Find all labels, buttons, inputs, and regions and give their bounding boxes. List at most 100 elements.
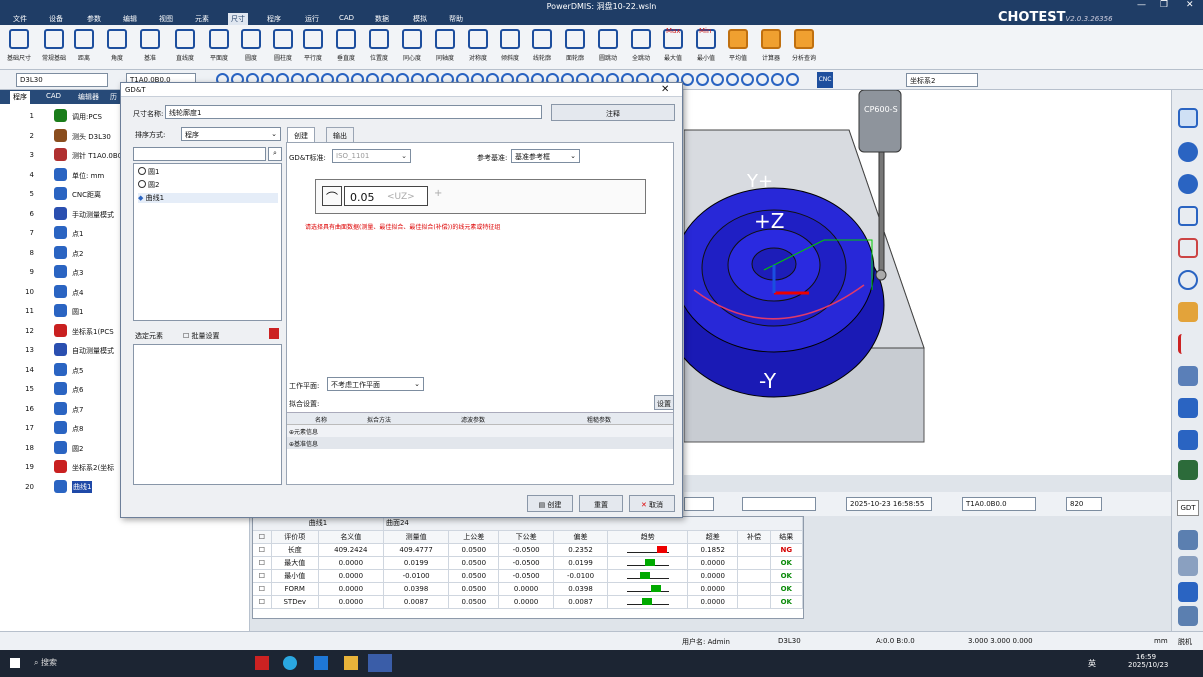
- restore-icon[interactable]: ❐: [1160, 0, 1168, 10]
- zoom-icon[interactable]: [1178, 270, 1198, 290]
- row-checkbox[interactable]: ☐: [253, 582, 272, 596]
- fit-settings-button[interactable]: 设置: [654, 395, 674, 410]
- result-row[interactable]: ☐ STDev 0.0000 0.0087 0.0500 0.0000 0.0087 0.00…: [253, 595, 804, 609]
- dialog-close-icon[interactable]: ✕: [661, 84, 669, 95]
- edge-icon[interactable]: [283, 656, 297, 670]
- menu-3[interactable]: 编辑: [120, 14, 140, 24]
- arrow-up-icon[interactable]: [1178, 530, 1198, 550]
- menu-0[interactable]: 文件: [10, 14, 30, 24]
- windows-start-icon[interactable]: [10, 658, 20, 668]
- menu-1[interactable]: 设备: [46, 14, 66, 24]
- browser-icon[interactable]: [314, 656, 328, 670]
- toolbar-icon-34[interactable]: [726, 73, 739, 86]
- ribbon-button-22[interactable]: 平均值: [721, 27, 755, 62]
- tab-editor[interactable]: 编辑器: [78, 92, 99, 102]
- cancel-button[interactable]: ✕ 取消: [629, 495, 675, 512]
- taskbar-app-icon[interactable]: [255, 656, 269, 670]
- ribbon-button-18[interactable]: 圆跳动: [591, 27, 625, 62]
- ribbon-button-0[interactable]: 基础尺寸: [2, 27, 36, 62]
- ribbon-button-10[interactable]: 垂直度: [329, 27, 363, 62]
- screen-icon[interactable]: [1178, 460, 1198, 480]
- powerdmis-task-icon[interactable]: [368, 654, 392, 672]
- folder-icon[interactable]: [344, 656, 358, 670]
- result-row[interactable]: ☐ 长度 409.2424 409.4777 0.0500 -0.0500 0.2352 0.…: [253, 543, 804, 557]
- menu-2[interactable]: 参数: [84, 14, 104, 24]
- tab-program[interactable]: 程序: [10, 91, 30, 104]
- toolbar-icon-32[interactable]: [696, 73, 709, 86]
- reference-select[interactable]: 基准参考框 ⌄: [511, 149, 580, 163]
- cad-viewport[interactable]: CP600-S Y+ +Z -Y: [684, 90, 1171, 475]
- ribbon-button-14[interactable]: 对称度: [461, 27, 495, 62]
- list-item-curve1[interactable]: ◆ 曲线1: [138, 193, 278, 203]
- speed-field[interactable]: 820: [1066, 497, 1102, 511]
- menu-9[interactable]: CAD: [336, 14, 357, 22]
- create-button[interactable]: ▤ 创建: [527, 495, 573, 512]
- close-window-icon[interactable]: ✕: [1186, 0, 1194, 10]
- work-plane-select[interactable]: 不考虑工作平面 ⌄: [327, 377, 424, 391]
- ribbon-button-6[interactable]: 平面度: [202, 27, 236, 62]
- bottom-select-2[interactable]: [742, 497, 816, 511]
- tip-field[interactable]: T1A0.0B0.0: [962, 497, 1036, 511]
- profile-line-symbol-icon[interactable]: ⌒: [322, 186, 342, 206]
- cnc-icon[interactable]: CNC: [817, 72, 833, 88]
- ribbon-button-2[interactable]: 距离: [67, 27, 101, 62]
- arrow-down-icon[interactable]: [1178, 556, 1198, 576]
- bottom-select-1[interactable]: [684, 497, 714, 511]
- note-button[interactable]: 注释: [551, 104, 675, 121]
- camera-icon[interactable]: [1178, 366, 1198, 386]
- frame-icon[interactable]: [1178, 238, 1198, 258]
- ribbon-button-24[interactable]: 分析查询: [787, 27, 821, 62]
- comment-icon[interactable]: [1178, 398, 1198, 418]
- row-checkbox[interactable]: ☐: [253, 569, 272, 583]
- ribbon-button-16[interactable]: 线轮廓: [525, 27, 559, 62]
- tab-cad[interactable]: CAD: [46, 92, 61, 100]
- ribbon-button-4[interactable]: 基准: [133, 27, 167, 62]
- ribbon-button-8[interactable]: 圆柱度: [266, 27, 300, 62]
- datetime-field[interactable]: 2025-10-23 16:58:55: [846, 497, 932, 511]
- probe-select[interactable]: D3L30: [16, 73, 108, 87]
- clock[interactable]: 16:59 2025/10/23: [1128, 653, 1168, 669]
- element-search-input[interactable]: [133, 147, 266, 161]
- ribbon-button-3[interactable]: 角度: [100, 27, 134, 62]
- gdt-button[interactable]: GDT: [1177, 500, 1199, 516]
- fit-row-element[interactable]: ⊕元素信息: [287, 425, 673, 437]
- menu-5[interactable]: 元素: [192, 14, 212, 24]
- delete-icon[interactable]: [269, 328, 279, 339]
- list-item-circle2[interactable]: 圆2: [138, 180, 159, 190]
- ribbon-button-19[interactable]: 全跳动: [624, 27, 658, 62]
- toolbar-icon-35[interactable]: [741, 73, 754, 86]
- language-indicator[interactable]: 英: [1088, 658, 1096, 669]
- cube-icon[interactable]: [1178, 302, 1198, 322]
- ribbon-button-1[interactable]: 常规基础: [37, 27, 71, 62]
- menu-12[interactable]: 帮助: [446, 14, 466, 24]
- tab-history[interactable]: 历: [110, 92, 117, 102]
- toolbar-icon-38[interactable]: [786, 73, 799, 86]
- box-icon[interactable]: [1178, 206, 1198, 226]
- gdt-standard-select[interactable]: ISO_1101 ⌄: [332, 149, 411, 163]
- ribbon-button-12[interactable]: 同心度: [395, 27, 429, 62]
- tab-output[interactable]: 输出: [326, 127, 354, 142]
- flag-icon[interactable]: [1178, 334, 1198, 354]
- row-checkbox[interactable]: ☐: [253, 543, 272, 557]
- result-row[interactable]: ☐ 最大值 0.0000 0.0199 0.0500 -0.0500 0.0199 0.000…: [253, 556, 804, 570]
- list-item-circle1[interactable]: 圆1: [138, 167, 159, 177]
- tolerance-cell[interactable]: 0.05 <UZ>: [344, 186, 428, 206]
- toolbar-icon-37[interactable]: [771, 73, 784, 86]
- batch-checkbox[interactable]: ☐ 批量设置: [183, 331, 220, 341]
- row-checkbox[interactable]: ☐: [253, 556, 272, 570]
- ribbon-button-11[interactable]: 位置度: [362, 27, 396, 62]
- menu-4[interactable]: 视图: [156, 14, 176, 24]
- search-icon[interactable]: ⌕: [268, 147, 282, 161]
- coordinate-select[interactable]: 坐标系2: [906, 73, 978, 87]
- feature-control-frame[interactable]: ⌒ 0.05 <UZ> +: [315, 179, 646, 214]
- ribbon-button-23[interactable]: 计算器: [754, 27, 788, 62]
- selected-elements-list[interactable]: [133, 344, 282, 485]
- reset-button[interactable]: 重置: [579, 495, 623, 512]
- menu-8[interactable]: 运行: [302, 14, 322, 24]
- ribbon-button-15[interactable]: 倾斜度: [493, 27, 527, 62]
- fit-row-datum[interactable]: ⊕基准信息: [287, 437, 673, 449]
- point-select-icon[interactable]: [1178, 108, 1198, 128]
- ribbon-button-13[interactable]: 同轴度: [428, 27, 462, 62]
- ribbon-button-17[interactable]: 面轮廓: [558, 27, 592, 62]
- ribbon-button-7[interactable]: 圆度: [234, 27, 268, 62]
